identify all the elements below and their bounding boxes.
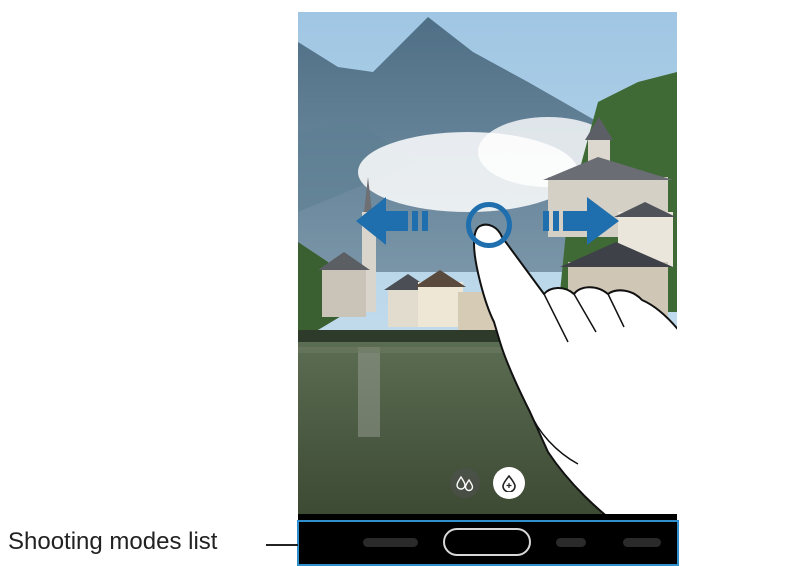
camera-viewfinder[interactable] bbox=[298, 12, 677, 514]
filter-effects-button[interactable] bbox=[450, 468, 480, 498]
phone-screen bbox=[298, 12, 677, 564]
touch-point-icon bbox=[466, 202, 512, 248]
swipe-right-arrow-icon bbox=[543, 197, 619, 245]
shooting-mode-selected[interactable] bbox=[443, 528, 531, 556]
callout-label: Shooting modes list bbox=[8, 528, 218, 555]
viewfinder-scene bbox=[298, 12, 677, 514]
shooting-modes-bar[interactable] bbox=[298, 523, 677, 564]
swipe-left-arrow-icon bbox=[356, 197, 428, 245]
shooting-mode-item[interactable] bbox=[363, 538, 418, 547]
beauty-effects-button[interactable] bbox=[493, 467, 525, 499]
droplets-outline-icon bbox=[456, 475, 474, 492]
shooting-mode-item[interactable] bbox=[623, 538, 661, 547]
droplet-active-icon bbox=[502, 474, 516, 492]
callout-leader-line bbox=[266, 544, 298, 546]
shooting-mode-item[interactable] bbox=[556, 538, 586, 547]
